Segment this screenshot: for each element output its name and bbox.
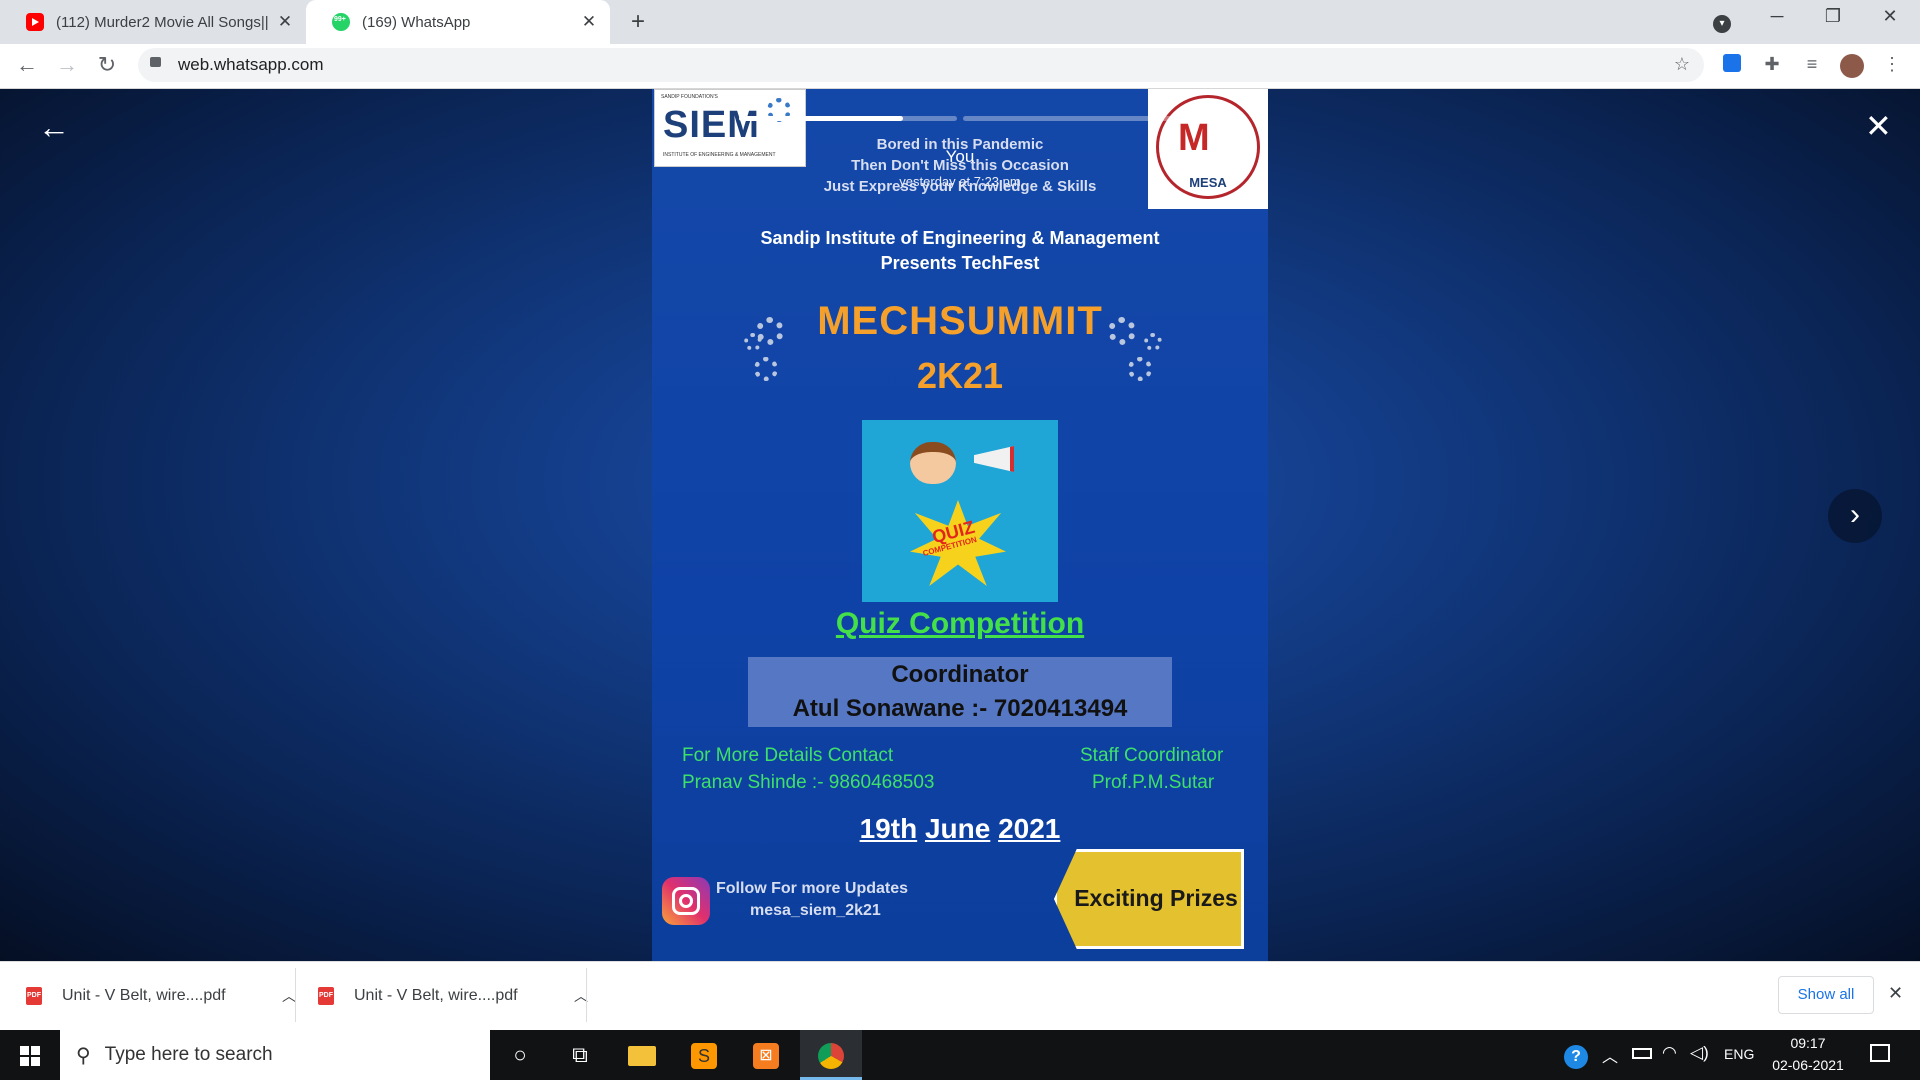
cortana-icon[interactable]: ○	[490, 1030, 550, 1080]
close-tab-icon[interactable]: ✕	[576, 12, 602, 32]
download-item[interactable]: PDF Unit - V Belt, wire....pdf ︿	[318, 961, 588, 1030]
close-tab-icon[interactable]: ✕	[272, 12, 298, 32]
siem-logo-top-text: SANDIP FOUNDATION'S	[661, 94, 718, 100]
contact-label: For More Details Contact	[682, 745, 894, 766]
quiz-subtitle: Quiz Competition	[835, 607, 1085, 640]
new-tab-button[interactable]: +	[624, 8, 652, 36]
search-icon: ⚲	[76, 1044, 91, 1067]
status-progress-1	[739, 116, 957, 121]
address-bar[interactable]	[138, 48, 1704, 82]
date-day: 19th	[859, 813, 918, 844]
show-all-button[interactable]: Show all	[1778, 976, 1874, 1014]
close-icon[interactable]: ✕	[1865, 107, 1892, 145]
date-month: June	[924, 813, 991, 844]
event-title: MECHSUMMIT	[817, 299, 1103, 343]
close-downloads-icon[interactable]: ✕	[1888, 983, 1903, 1004]
status-author: You	[945, 147, 975, 166]
event-year: 2K21	[916, 355, 1004, 396]
follow-handle: mesa_siem_2k21	[750, 902, 881, 919]
extensions-puzzle-icon[interactable]: ✚	[1760, 54, 1784, 78]
help-icon[interactable]: ?	[1564, 1045, 1588, 1069]
back-arrow-icon[interactable]: ←	[38, 109, 70, 146]
browser-menu-icon[interactable]: ⋮	[1880, 54, 1904, 78]
profile-avatar[interactable]	[1840, 54, 1864, 78]
battery-icon[interactable]	[1632, 1048, 1652, 1059]
close-window-button[interactable]: ✕	[1870, 6, 1910, 27]
wifi-icon[interactable]: ◠	[1662, 1043, 1677, 1063]
chevron-up-icon[interactable]: ︿	[282, 986, 296, 1006]
staff-label: Staff Coordinator	[1080, 745, 1224, 766]
presenter-line-2: Presents TechFest	[880, 253, 1040, 273]
divider	[586, 968, 587, 1022]
coordinator-label: Coordinator	[891, 661, 1029, 688]
coordinator-name: Atul Sonawane :- 7020413494	[792, 695, 1128, 722]
clock-date[interactable]: 02-06-2021	[1768, 1057, 1848, 1073]
download-filename: Unit - V Belt, wire....pdf	[354, 986, 518, 1004]
notification-icon[interactable]	[1870, 1044, 1890, 1062]
tab-youtube[interactable]: (112) Murder2 Movie All Songs|| ✕	[0, 0, 306, 44]
taskbar-search-box[interactable]: ⚲ Type here to search	[60, 1030, 490, 1080]
status-poster-image: SANDIP FOUNDATION'S SIEM INSTITUTE OF EN…	[652, 89, 1268, 961]
forward-icon[interactable]: →	[53, 52, 81, 78]
next-status-button[interactable]: ›	[1828, 489, 1882, 543]
cartoon-head	[910, 442, 956, 484]
date-year: 2021	[998, 813, 1061, 844]
reload-icon[interactable]: ↻	[93, 52, 121, 78]
download-filename: Unit - V Belt, wire....pdf	[62, 986, 226, 1004]
tab-whatsapp[interactable]: 99+ (169) WhatsApp ✕	[306, 0, 610, 44]
file-explorer-icon[interactable]	[612, 1030, 672, 1080]
status-progress-2	[963, 116, 1181, 121]
pdf-file-icon: PDF	[26, 986, 42, 1005]
media-queue-icon[interactable]: ≡	[1800, 54, 1824, 78]
pdf-file-icon: PDF	[318, 986, 334, 1005]
lock-icon[interactable]	[150, 57, 161, 67]
search-placeholder: Type here to search	[104, 1044, 273, 1065]
windows-start-icon[interactable]	[0, 1030, 60, 1080]
volume-icon[interactable]: ◁)	[1690, 1043, 1709, 1063]
staff-value: Prof.P.M.Sutar	[1092, 772, 1215, 793]
tab-title: (169) WhatsApp	[362, 13, 471, 31]
presenter-line-1: Sandip Institute of Engineering & Manage…	[760, 228, 1160, 248]
xampp-icon[interactable]: ⊠	[736, 1030, 796, 1080]
megaphone-icon	[974, 446, 1014, 472]
youtube-icon	[26, 13, 44, 31]
url-text[interactable]: web.whatsapp.com	[178, 55, 324, 75]
unread-badge: 99+	[334, 16, 346, 23]
sublime-text-icon[interactable]: S	[674, 1030, 734, 1080]
status-viewer: SANDIP FOUNDATION'S SIEM INSTITUTE OF EN…	[0, 89, 1920, 961]
status-time: yesterday at 7:23 pm	[899, 174, 1021, 189]
instagram-icon	[662, 877, 710, 925]
task-view-icon[interactable]: ⧉	[550, 1030, 610, 1080]
back-icon[interactable]: ←	[13, 52, 41, 78]
tab-title: (112) Murder2 Movie All Songs||	[56, 13, 269, 31]
download-item[interactable]: PDF Unit - V Belt, wire....pdf ︿	[26, 961, 296, 1030]
event-date: 19th June 2021	[652, 813, 1268, 845]
language-indicator[interactable]: ENG	[1724, 1046, 1754, 1062]
contact-value: Pranav Shinde :- 9860468503	[682, 772, 935, 793]
chevron-up-icon[interactable]: ︿	[1602, 1043, 1618, 1067]
quiz-cartoon-image: QUIZ COMPETITION	[862, 420, 1058, 602]
follow-label: Follow For more Updates	[716, 880, 909, 897]
bookmark-star-icon[interactable]: ☆	[1670, 54, 1694, 78]
maximize-button[interactable]: ❐	[1813, 6, 1853, 27]
divider	[295, 968, 296, 1022]
extension-translate-icon[interactable]	[1720, 54, 1744, 78]
clock-time[interactable]: 09:17	[1768, 1035, 1848, 1051]
status-progress-1-fill	[739, 116, 903, 121]
prizes-label: Exciting Prizes	[1074, 885, 1238, 911]
minimize-button[interactable]: ─	[1757, 6, 1797, 27]
whatsapp-icon: 99+	[332, 13, 350, 31]
tab-search-icon[interactable]: ▾	[1702, 10, 1742, 33]
chrome-icon[interactable]	[800, 1030, 862, 1080]
